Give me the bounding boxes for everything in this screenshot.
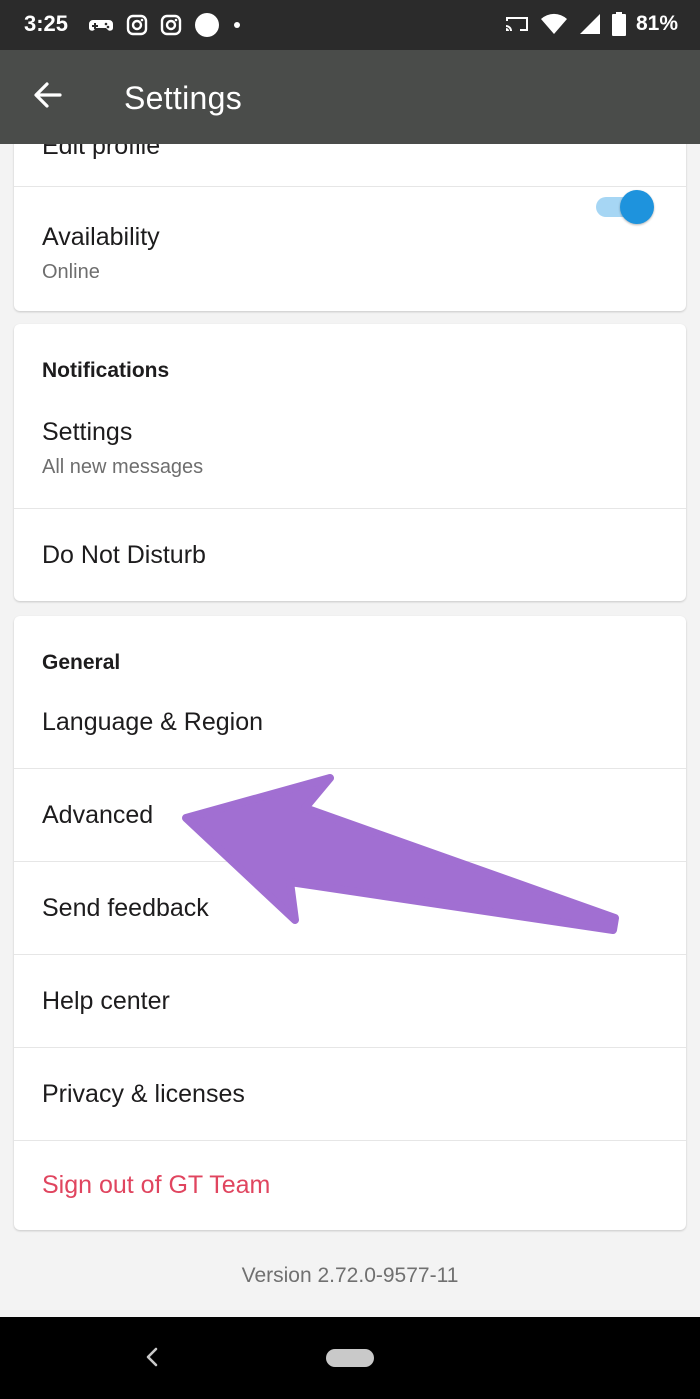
- language-region-label: Language & Region: [42, 708, 264, 736]
- advanced-row[interactable]: Advanced: [14, 769, 686, 861]
- notification-settings-label: Settings: [42, 418, 133, 446]
- instagram-icon: [160, 14, 182, 36]
- do-not-disturb-label: Do Not Disturb: [42, 541, 206, 569]
- availability-row[interactable]: Availability Online: [14, 187, 686, 311]
- battery-icon: [611, 12, 626, 36]
- cast-icon: [505, 17, 528, 31]
- sign-out-label: Sign out of GT Team: [42, 1171, 271, 1199]
- notification-icons: [88, 12, 242, 38]
- signal-icon: [579, 14, 600, 34]
- availability-value: Online: [42, 261, 100, 283]
- page-title: Settings: [124, 80, 243, 116]
- availability-label: Availability: [42, 223, 160, 251]
- availability-toggle[interactable]: [596, 190, 656, 224]
- status-time: 3:25: [24, 11, 69, 36]
- version-text: Version 2.72.0-9577-11: [241, 1264, 459, 1287]
- instagram-icon: [126, 14, 148, 36]
- nav-home-pill[interactable]: [326, 1349, 374, 1367]
- help-center-row[interactable]: Help center: [14, 955, 686, 1047]
- nav-back-icon[interactable]: [142, 1345, 162, 1369]
- profile-card: Edit profile Availability Online: [14, 144, 686, 311]
- toggle-knob: [620, 190, 654, 224]
- notifications-heading: Notifications: [42, 359, 170, 382]
- battery-percent: 81%: [635, 12, 678, 35]
- settings-list[interactable]: Edit profile Availability Online Notific…: [0, 144, 700, 1317]
- privacy-licenses-label: Privacy & licenses: [42, 1080, 245, 1108]
- notifications-card: Notifications Settings All new messages …: [14, 324, 686, 601]
- wifi-icon: [540, 13, 567, 34]
- send-feedback-label: Send feedback: [42, 894, 209, 922]
- privacy-licenses-row[interactable]: Privacy & licenses: [14, 1048, 686, 1140]
- dot-icon: [234, 22, 240, 28]
- advanced-label: Advanced: [42, 801, 154, 829]
- sign-out-row[interactable]: Sign out of GT Team: [14, 1141, 686, 1230]
- do-not-disturb-row[interactable]: Do Not Disturb: [14, 509, 686, 601]
- language-region-row[interactable]: Language & Region: [14, 686, 686, 768]
- notification-settings-row[interactable]: Settings All new messages: [14, 396, 686, 508]
- status-bar: 3:25 81%: [0, 0, 700, 50]
- help-center-label: Help center: [42, 987, 170, 1015]
- edit-profile-label: Edit profile: [42, 144, 161, 160]
- navigation-bar: [0, 1317, 700, 1399]
- arrow-left-icon[interactable]: [30, 78, 64, 112]
- system-icons: 81%: [504, 12, 678, 36]
- general-card: General Language & Region Advanced Send …: [14, 616, 686, 1230]
- edit-profile-row[interactable]: Edit profile: [14, 144, 686, 186]
- game-controller-icon: [89, 20, 113, 31]
- app-bar: Settings: [0, 50, 700, 144]
- circle-icon: [195, 13, 219, 37]
- notification-settings-value: All new messages: [42, 456, 204, 478]
- general-heading: General: [42, 651, 121, 674]
- send-feedback-row[interactable]: Send feedback: [14, 862, 686, 954]
